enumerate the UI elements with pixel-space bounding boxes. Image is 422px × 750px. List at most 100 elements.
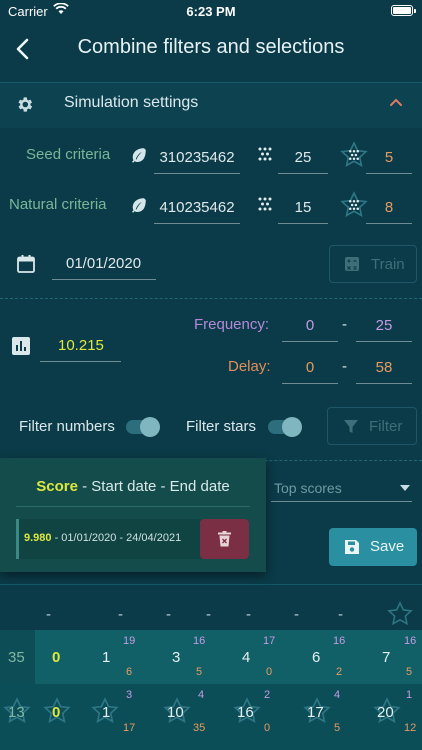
trash-icon [218, 531, 231, 547]
seed-criteria-label: Seed criteria [26, 146, 111, 163]
seed-stars-input[interactable]: 5 [366, 144, 412, 174]
column-dash: - [166, 606, 171, 623]
divider [0, 298, 422, 299]
seed-count-input[interactable]: 25 [278, 144, 328, 174]
filter-button-label: Filter [369, 418, 403, 435]
cell-delay: 5 [406, 666, 413, 678]
cell-delay: 5 [334, 722, 341, 734]
leaf-icon [132, 148, 146, 163]
column-dash: - [246, 606, 251, 623]
delay-label: Delay: [228, 358, 271, 375]
divider [16, 506, 250, 507]
column-dash: - [338, 606, 343, 623]
row-zero: 0 [52, 649, 61, 666]
filter-stars-label: Filter stars [186, 418, 257, 435]
battery-icon [391, 5, 416, 16]
train-button[interactable]: Train [329, 245, 417, 283]
bar-chart-icon [12, 337, 30, 355]
cell-number: 1 [102, 704, 111, 721]
date-range-header: - Start date - End date [77, 478, 230, 495]
filter-stars-toggle[interactable] [268, 417, 302, 437]
page-title: Combine filters and selections [77, 36, 345, 58]
score-item-text: 9.980 - 01/01/2020 - 24/04/2021 [24, 532, 181, 544]
cell-delay: 6 [126, 666, 133, 678]
seed-criteria-input[interactable]: 310235462 [154, 144, 240, 174]
natural-stars-input[interactable]: 8 [366, 194, 412, 224]
column-dash: - [46, 606, 51, 623]
table-row: 13 0 1 3 17 10 4 35 16 2 0 17 4 5 20 1 1… [0, 684, 422, 750]
score-popup-header: Score - Start date - End date [0, 478, 266, 495]
score-history-popup: Score - Start date - End date 9.980 - 01… [0, 458, 266, 572]
cell-frequency: 2 [264, 689, 271, 701]
chevron-up-icon[interactable] [389, 96, 403, 108]
save-button[interactable]: Save [329, 528, 417, 566]
row-count: 13 [8, 704, 25, 721]
cell-frequency: 17 [263, 635, 276, 647]
cell-number: 17 [307, 704, 324, 721]
natural-criteria-input[interactable]: 410235462 [154, 194, 240, 224]
row-zero: 0 [52, 704, 61, 721]
cell-frequency: 16 [404, 635, 417, 647]
dots-icon [258, 147, 272, 161]
calendar-icon[interactable] [16, 254, 36, 274]
cell-frequency: 19 [123, 635, 136, 647]
calculator-icon [345, 257, 359, 271]
gear-icon [18, 97, 33, 112]
filter-numbers-toggle[interactable] [126, 417, 160, 437]
cell-number: 16 [237, 704, 254, 721]
delay-max-input[interactable]: 58 [356, 354, 412, 384]
cell-frequency: 4 [198, 689, 205, 701]
score-header-label: Score [36, 478, 78, 495]
stats-value: 10.215 [40, 332, 121, 362]
top-scores-dropdown[interactable]: Top scores [271, 476, 412, 502]
cell-delay: 12 [404, 722, 417, 734]
funnel-icon [344, 420, 358, 433]
delay-min-input[interactable]: 0 [282, 354, 338, 384]
frequency-label: Frequency: [194, 316, 270, 333]
table-row: 35 0 1 19 6 3 16 5 4 17 0 6 16 2 7 16 5 [0, 630, 422, 684]
cell-frequency: 4 [334, 689, 341, 701]
column-dash: - [206, 606, 211, 623]
date-input[interactable]: 01/01/2020 [52, 250, 156, 280]
cell-delay: 0 [264, 722, 271, 734]
cell-delay: 5 [196, 666, 203, 678]
cell-delay: 35 [193, 722, 206, 734]
status-time: 6:23 PM [186, 4, 236, 19]
cell-frequency: 16 [193, 635, 206, 647]
delete-score-button[interactable] [200, 519, 249, 559]
caret-down-icon [400, 485, 410, 491]
range-dash: - [342, 316, 347, 333]
cell-number: 1 [102, 649, 111, 666]
dots-icon [258, 197, 272, 211]
cell-delay: 17 [123, 722, 136, 734]
cell-frequency: 3 [126, 689, 133, 701]
cell-number: 20 [377, 704, 394, 721]
filter-button[interactable]: Filter [327, 407, 417, 445]
cell-frequency: 1 [406, 689, 413, 701]
save-label: Save [370, 538, 405, 555]
natural-count-input[interactable]: 15 [278, 194, 328, 224]
column-dash: - [294, 606, 299, 623]
cell-number: 10 [167, 704, 184, 721]
natural-criteria-label: Natural criteria [9, 196, 107, 213]
score-item-dates: - 01/01/2020 - 24/04/2021 [51, 532, 182, 544]
column-dash: - [118, 606, 123, 623]
filter-numbers-label: Filter numbers [19, 418, 115, 435]
score-list-item[interactable]: 9.980 - 01/01/2020 - 24/04/2021 [16, 519, 249, 559]
leaf-icon [132, 198, 146, 213]
range-dash: - [342, 358, 347, 375]
floppy-disk-icon [345, 540, 359, 554]
cell-number: 7 [382, 649, 391, 666]
cell-number: 4 [242, 649, 251, 666]
frequency-min-input[interactable]: 0 [282, 312, 338, 342]
star-icon [340, 141, 368, 167]
cell-number: 3 [172, 649, 181, 666]
top-scores-placeholder: Top scores [274, 480, 342, 496]
cell-number: 6 [312, 649, 321, 666]
cell-delay: 2 [336, 666, 343, 678]
divider [0, 584, 422, 585]
frequency-max-input[interactable]: 25 [356, 312, 412, 342]
cell-frequency: 16 [333, 635, 346, 647]
simulation-settings-title: Simulation settings [64, 94, 199, 111]
star-icon [387, 601, 413, 626]
